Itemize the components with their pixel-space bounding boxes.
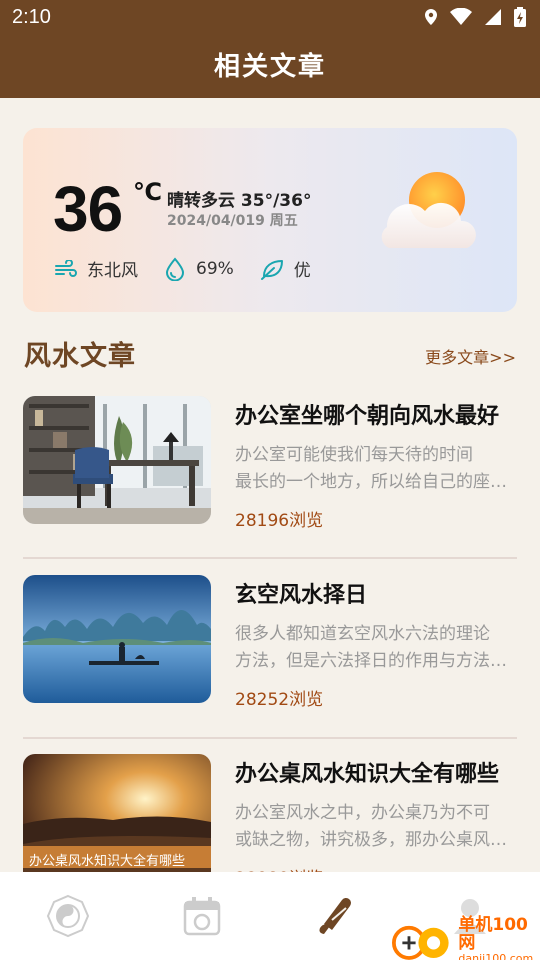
temperature-unit: ℃ — [133, 178, 163, 206]
article-views: 28196浏览 — [235, 511, 324, 531]
article-summary-line: 最长的一个地方，所以给自己的座位… — [235, 472, 519, 492]
watermark-main: 单机100网 — [458, 915, 528, 953]
watermark-logo: 单机100网 danji100.com — [392, 916, 540, 960]
article-thumbnail: 办公桌风水知识大全有哪些 — [23, 754, 211, 882]
divider — [23, 557, 517, 559]
article-summary: 办公室风水之中，办公桌乃为不可 或缺之物，讲究极多，那办公桌风水… — [235, 800, 519, 854]
sun-cloud-icon — [381, 172, 476, 248]
section-title: 风水文章 — [24, 341, 136, 372]
wifi-icon — [450, 8, 472, 25]
bagua-icon — [46, 894, 90, 938]
weather-date: 2024/04/019 周五 — [167, 213, 298, 229]
temperature-value: 36 — [53, 173, 123, 245]
article-summary-line: 办公室可能使我们每天待的时间 — [235, 445, 473, 465]
article-summary-line: 办公室风水之中，办公桌乃为不可 — [235, 803, 490, 823]
more-articles-link[interactable]: 更多文章>> — [425, 344, 516, 368]
status-bar: 2:10 — [0, 0, 540, 36]
article-summary-line: 很多人都知道玄空风水六法的理论 — [235, 624, 490, 644]
article-item[interactable]: 玄空风水择日 很多人都知道玄空风水六法的理论 方法，但是六法择日的作用与方法… … — [23, 575, 519, 710]
article-thumbnail — [23, 575, 211, 703]
article-summary: 办公室可能使我们每天待的时间 最长的一个地方，所以给自己的座位… — [235, 442, 519, 496]
article-title: 办公桌风水知识大全有哪些 — [235, 762, 500, 787]
article-views: 28252浏览 — [235, 690, 324, 710]
wind-metric: 东北风 — [55, 256, 138, 281]
article-summary: 很多人都知道玄空风水六法的理论 方法，但是六法择日的作用与方法… — [235, 621, 519, 675]
article-item[interactable]: 办公室坐哪个朝向风水最好 办公室可能使我们每天待的时间 最长的一个地方，所以给自… — [23, 396, 519, 531]
article-title: 办公室坐哪个朝向风水最好 — [235, 404, 500, 429]
location-icon — [425, 9, 437, 25]
humidity-value: 69% — [196, 258, 234, 279]
article-item[interactable]: 办公桌风水知识大全有哪些 办公桌风水知识大全有哪些 办公室风水之中，办公桌乃为不… — [23, 754, 519, 889]
weather-card[interactable]: 36 ℃ 晴转多云 35°/36° 2024/04/019 周五 东北风 69%… — [23, 128, 517, 312]
thumbnail-caption: 办公桌风水知识大全有哪些 — [29, 854, 186, 869]
humidity-metric: 69% — [164, 256, 234, 281]
watermark-icon — [392, 925, 449, 960]
article-title: 玄空风水择日 — [235, 583, 368, 608]
nav-calendar[interactable] — [180, 894, 224, 938]
wind-icon — [55, 259, 77, 277]
article-thumbnail — [23, 396, 211, 524]
scroll-icon — [319, 898, 351, 934]
page-title: 相关文章 — [213, 52, 326, 82]
article-summary-line: 方法，但是六法择日的作用与方法… — [235, 651, 507, 671]
article-summary-line: 或缺之物，讲究极多，那办公桌风水… — [235, 830, 519, 850]
humidity-drop-icon — [165, 256, 185, 281]
leaf-icon — [260, 259, 283, 280]
air-quality-metric: 优 — [260, 256, 311, 281]
divider — [23, 737, 517, 739]
status-time: 2:10 — [12, 6, 51, 28]
nav-articles[interactable] — [314, 894, 358, 938]
air-quality-value: 优 — [293, 261, 311, 281]
weather-condition: 晴转多云 35°/36° — [167, 191, 312, 211]
signal-icon — [485, 9, 501, 25]
battery-icon — [514, 7, 526, 27]
nav-bagua[interactable] — [46, 894, 90, 938]
wind-label: 东北风 — [87, 261, 138, 281]
watermark-sub: danji100.com — [458, 952, 534, 960]
app-bar: 相关文章 — [0, 36, 540, 98]
calendar-icon — [183, 897, 221, 936]
